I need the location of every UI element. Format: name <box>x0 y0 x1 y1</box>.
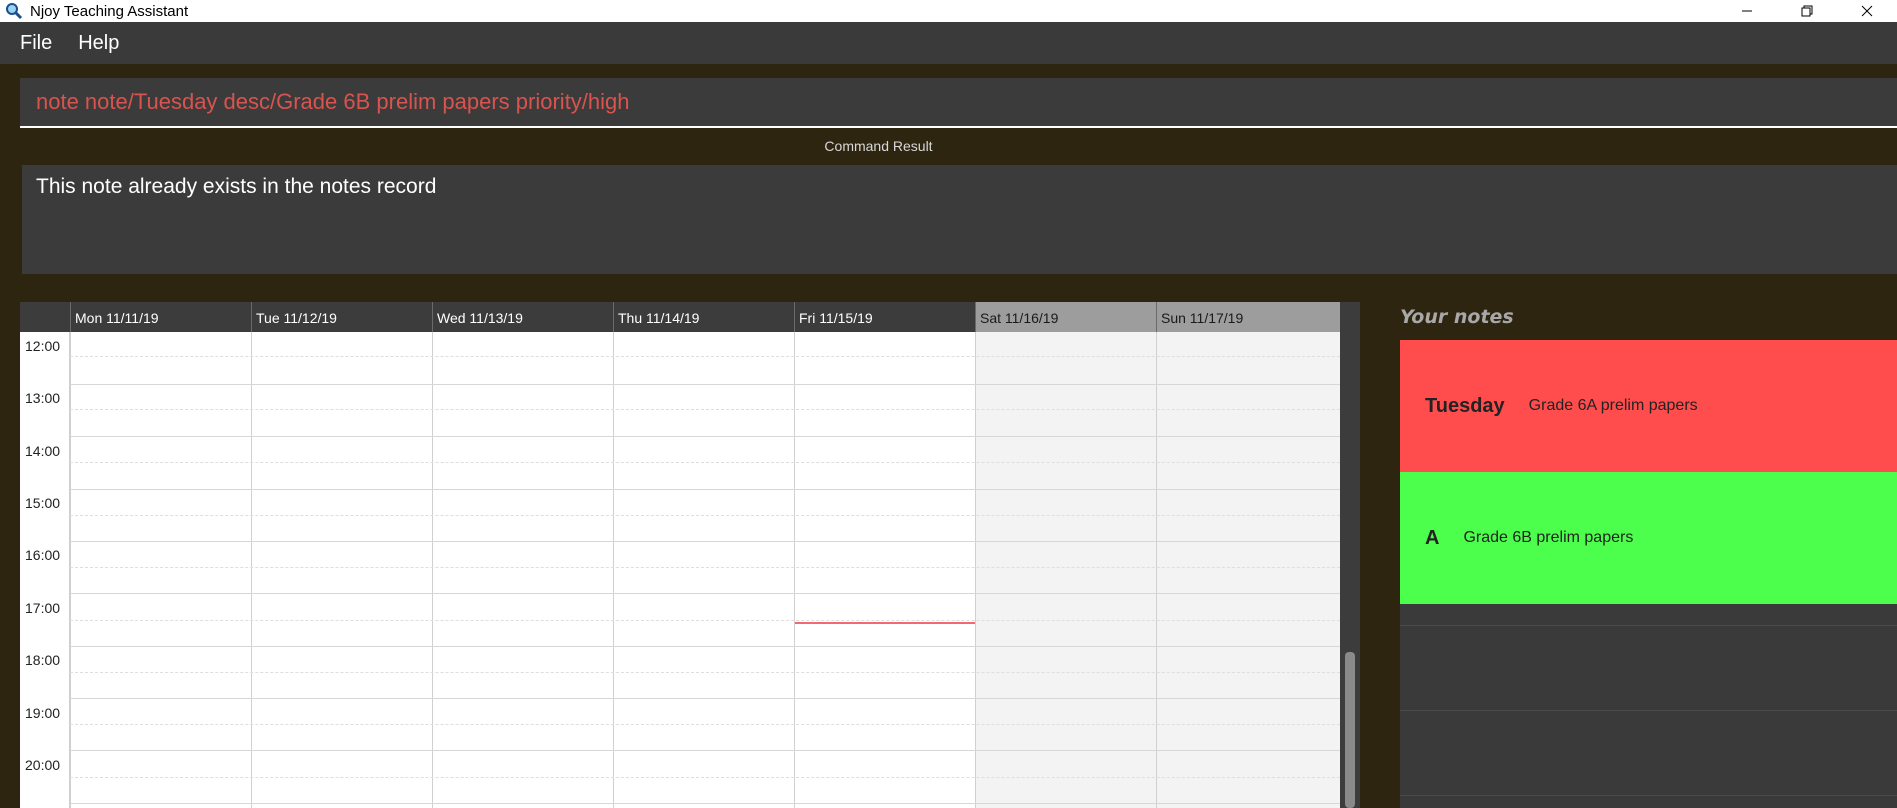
day-column-sat[interactable] <box>975 332 1156 808</box>
command-result-text: This note already exists in the notes re… <box>36 175 437 198</box>
menu-help[interactable]: Help <box>68 32 129 55</box>
day-header-wed: Wed 11/13/19 <box>432 302 613 332</box>
half-hour-gridline <box>70 620 1340 621</box>
close-button[interactable] <box>1837 0 1897 22</box>
day-column-wed[interactable] <box>432 332 613 808</box>
close-icon <box>1861 5 1873 17</box>
note-row-divider <box>1400 710 1897 711</box>
day-column-mon[interactable] <box>70 332 251 808</box>
window-title: Njoy Teaching Assistant <box>30 2 189 20</box>
note-row-divider <box>1400 795 1897 796</box>
hour-gridline <box>70 436 1340 437</box>
week-calendar: Mon 11/11/19 Tue 11/12/19 Wed 11/13/19 T… <box>20 302 1360 808</box>
half-hour-gridline <box>70 462 1340 463</box>
calendar-header: Mon 11/11/19 Tue 11/12/19 Wed 11/13/19 T… <box>20 302 1360 332</box>
note-description: Grade 6B prelim papers <box>1463 529 1634 546</box>
minimize-icon <box>1742 10 1752 12</box>
time-label: 15:00 <box>25 495 61 511</box>
note-description: Grade 6A prelim papers <box>1528 397 1698 414</box>
window-controls <box>1717 0 1897 22</box>
day-header-thu: Thu 11/14/19 <box>613 302 794 332</box>
current-time-marker <box>795 622 975 624</box>
minimize-button[interactable] <box>1717 0 1777 22</box>
half-hour-gridline <box>70 777 1340 778</box>
command-result-label: Command Result <box>824 138 933 154</box>
time-label: 12:00 <box>25 338 61 354</box>
time-label: 14:00 <box>25 443 61 459</box>
day-column-sun[interactable] <box>1156 332 1340 808</box>
magnifier-app-icon <box>4 1 24 21</box>
hour-gridline <box>70 489 1340 490</box>
hour-gridline <box>70 593 1340 594</box>
time-column: 12:00 13:00 14:00 15:00 16:00 17:00 18:0… <box>20 332 70 808</box>
hour-gridline <box>70 384 1340 385</box>
half-hour-gridline <box>70 409 1340 410</box>
menu-bar: File Help <box>0 22 1897 64</box>
half-hour-gridline <box>70 724 1340 725</box>
day-header-fri: Fri 11/15/19 <box>794 302 975 332</box>
time-label: 17:00 <box>25 600 61 616</box>
note-row-divider <box>1400 625 1897 626</box>
time-label: 13:00 <box>25 390 61 406</box>
hour-gridline <box>70 646 1340 647</box>
time-label: 18:00 <box>25 652 61 668</box>
day-header-sat: Sat 11/16/19 <box>975 302 1156 332</box>
restore-button[interactable] <box>1777 0 1837 22</box>
menu-file[interactable]: File <box>10 32 62 55</box>
hour-gridline <box>70 803 1340 804</box>
half-hour-gridline <box>70 672 1340 673</box>
notes-panel-title: Your notes <box>1400 306 1514 328</box>
window-title-bar: Njoy Teaching Assistant <box>0 0 1897 22</box>
time-label: 16:00 <box>25 547 61 563</box>
calendar-grid: 12:00 13:00 14:00 15:00 16:00 17:00 18:0… <box>20 332 1340 808</box>
day-header-sun: Sun 11/17/19 <box>1156 302 1340 332</box>
day-column-tue[interactable] <box>251 332 432 808</box>
day-header-mon: Mon 11/11/19 <box>70 302 251 332</box>
note-title: A <box>1425 526 1440 549</box>
note-card[interactable]: A Grade 6B prelim papers <box>1400 472 1897 604</box>
notes-list: Tuesday Grade 6A prelim papers A Grade 6… <box>1400 340 1897 808</box>
hour-gridline <box>70 698 1340 699</box>
half-hour-gridline <box>70 515 1340 516</box>
half-hour-gridline <box>70 567 1340 568</box>
day-column-thu[interactable] <box>613 332 794 808</box>
hour-gridline <box>70 750 1340 751</box>
day-header-tue: Tue 11/12/19 <box>251 302 432 332</box>
day-column-fri[interactable] <box>794 332 975 808</box>
calendar-scrollbar-thumb[interactable] <box>1345 652 1355 808</box>
note-title: Tuesday <box>1425 394 1505 417</box>
command-result-box: This note already exists in the notes re… <box>22 165 1897 274</box>
calendar-scrollbar[interactable] <box>1340 332 1360 808</box>
hour-gridline <box>70 541 1340 542</box>
note-card[interactable]: Tuesday Grade 6A prelim papers <box>1400 340 1897 472</box>
time-label: 19:00 <box>25 705 61 721</box>
restore-icon <box>1801 5 1813 17</box>
half-hour-gridline <box>70 356 1340 357</box>
command-input[interactable] <box>20 89 1897 115</box>
command-box <box>20 78 1897 128</box>
time-label: 20:00 <box>25 757 61 773</box>
